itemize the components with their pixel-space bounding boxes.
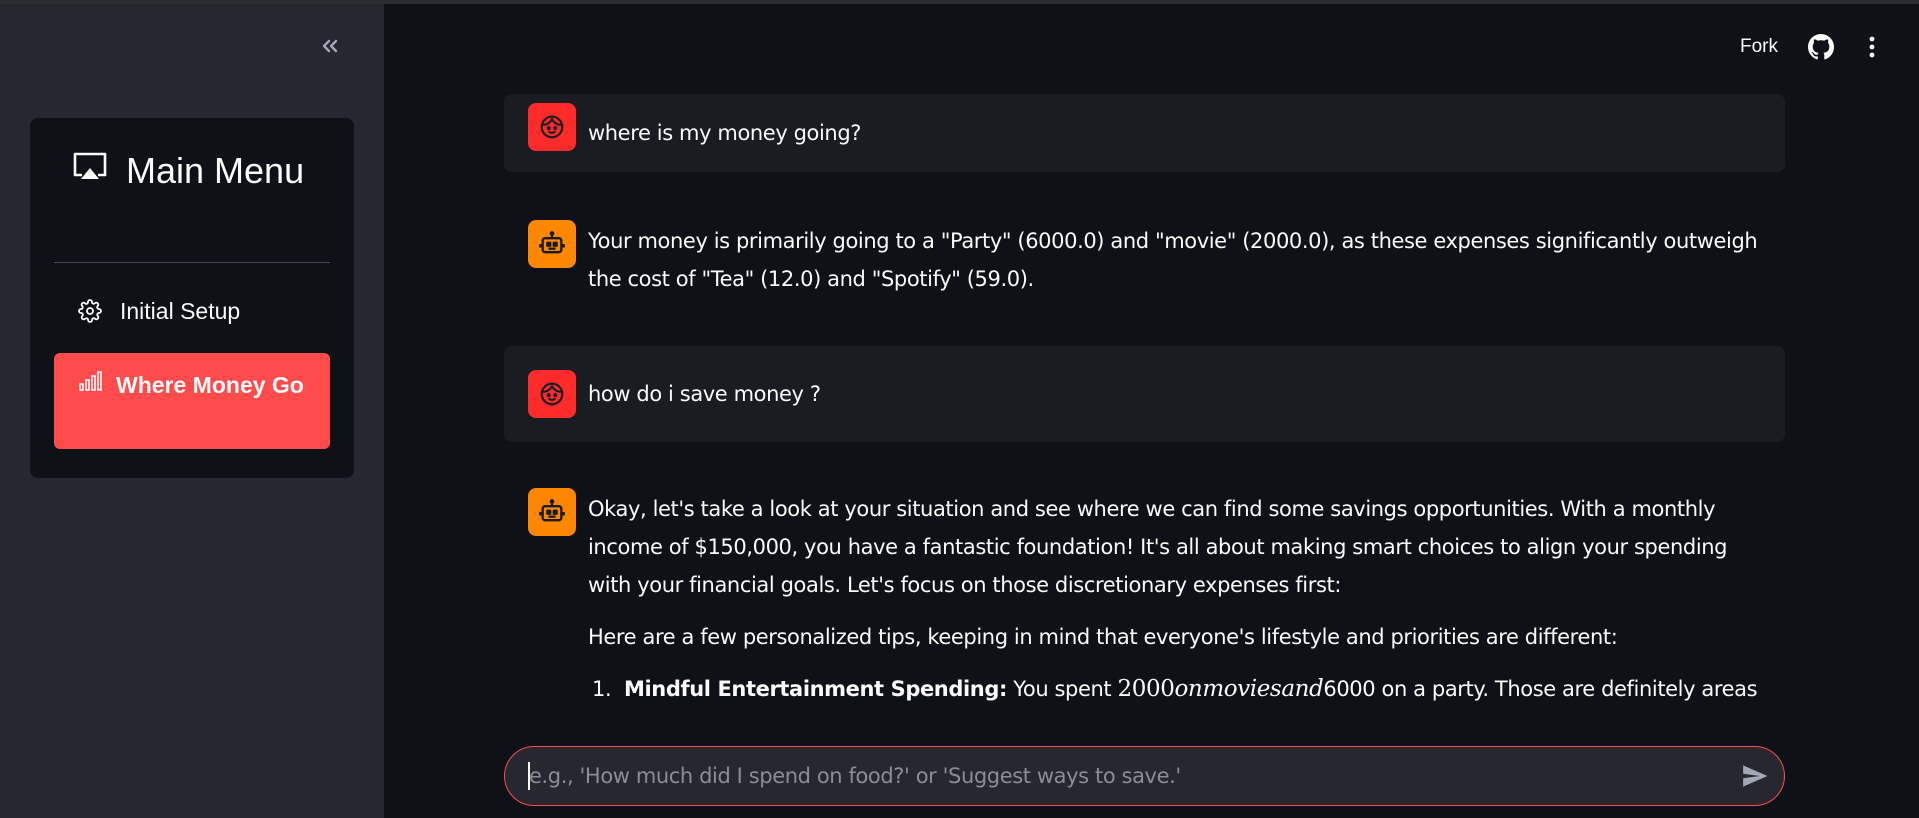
cast-screen-icon xyxy=(72,142,108,196)
top-border xyxy=(0,0,1919,4)
user-face-icon xyxy=(528,370,576,418)
chat-input-container xyxy=(504,746,1785,806)
sidebar-item-label: Where Money Go xyxy=(116,372,304,398)
chat-message-user: where is my money going? xyxy=(504,94,1785,172)
math-number: 2000 xyxy=(1117,676,1175,702)
chat-message-user: how do i save money ? xyxy=(504,346,1785,442)
math-text: onmoviesand xyxy=(1174,676,1324,702)
chat-message-assistant: Your money is primarily going to a "Part… xyxy=(504,204,1785,304)
message-paragraph: Okay, let's take a look at your situatio… xyxy=(588,497,1728,597)
menu-divider xyxy=(54,262,330,263)
more-vertical-icon[interactable] xyxy=(1862,36,1882,62)
gear-icon xyxy=(78,299,102,323)
fork-link[interactable]: Fork xyxy=(1740,36,1778,58)
message-paragraph: Here are a few personalized tips, keepin… xyxy=(588,625,1618,649)
message-text: Your money is primarily going to a "Part… xyxy=(588,229,1758,291)
list-number: 1. xyxy=(592,677,612,701)
menu-title: Main Menu xyxy=(72,144,312,200)
robot-icon xyxy=(528,220,576,268)
list-text: Mindful Entertainment Spending: You spen… xyxy=(624,676,1758,702)
text-caret xyxy=(528,762,530,790)
github-icon[interactable] xyxy=(1808,34,1834,64)
message-text: where is my money going? xyxy=(588,121,862,145)
main-menu-card: Main Menu Initial Setup Where Money Go xyxy=(30,118,354,478)
robot-icon xyxy=(528,488,576,536)
sidebar: Main Menu Initial Setup Where Money Go xyxy=(0,0,384,818)
bar-chart-icon xyxy=(78,366,102,402)
collapse-sidebar-button[interactable] xyxy=(314,32,346,64)
sidebar-item-label: Initial Setup xyxy=(120,297,241,324)
chat-input[interactable] xyxy=(529,764,1689,788)
send-icon[interactable] xyxy=(1740,761,1770,795)
sidebar-item-initial-setup[interactable]: Initial Setup xyxy=(54,283,330,339)
message-text: how do i save money ? xyxy=(588,382,821,406)
chevrons-left-icon xyxy=(318,34,342,62)
message-body: Okay, let's take a look at your situatio… xyxy=(588,490,1761,708)
sidebar-item-where-money-go[interactable]: Where Money Go xyxy=(54,353,330,449)
user-face-icon xyxy=(528,103,576,151)
list-item: 1. Mindful Entertainment Spending: You s… xyxy=(588,670,1761,708)
chat-message-assistant: Okay, let's take a look at your situatio… xyxy=(504,472,1785,730)
list-bold: Mindful Entertainment Spending: xyxy=(624,677,1007,701)
